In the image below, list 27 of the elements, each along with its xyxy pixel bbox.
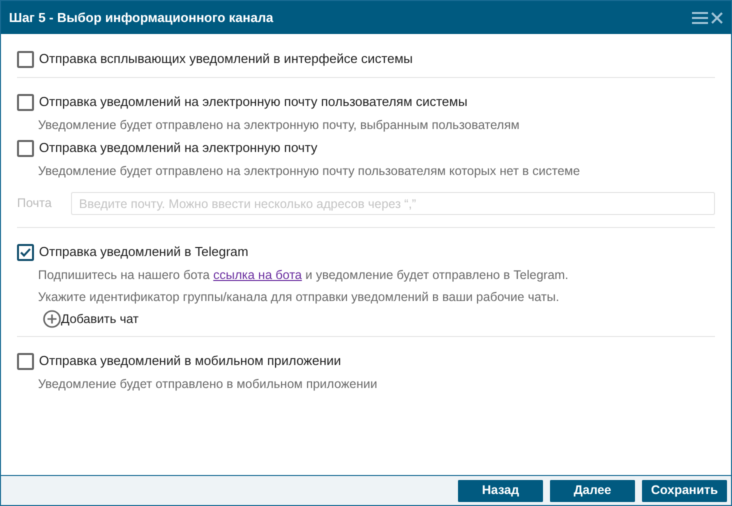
close-icon[interactable] xyxy=(711,12,723,24)
footer-button[interactable]: Далее xyxy=(550,480,635,502)
checkbox[interactable] xyxy=(17,352,34,370)
footer-button[interactable]: Назад xyxy=(458,480,543,502)
option-description: Укажите идентификатор группы/канала для отправки уведомлений в ваши рабочие чаты. xyxy=(38,289,560,306)
email-label: Почта xyxy=(17,195,51,212)
add-chat-button[interactable]: Добавить чат xyxy=(43,308,139,330)
checkbox[interactable] xyxy=(17,140,34,156)
bot-link[interactable]: ссылка на бота xyxy=(213,268,302,282)
option-label: Отправка уведомлений на электронную почту xyxy=(39,139,318,158)
option-description: Уведомление будет отправлено в мобильном приложении xyxy=(38,376,378,393)
checkbox[interactable] xyxy=(17,244,34,260)
window-title: Шаг 5 - Выбор информационного канала xyxy=(9,8,274,27)
option-label: Отправка уведомлений в Telegram xyxy=(39,243,248,262)
checkbox[interactable] xyxy=(17,50,34,68)
option-description: Подпишитесь на нашего бота ссылка на бота и уведомление будет отправлено в Telegram. xyxy=(38,267,570,284)
check-icon xyxy=(20,248,31,256)
email-field[interactable]: Введите почту. Можно ввести несколько адресов через “,” xyxy=(71,192,715,215)
option-description: Уведомление будет отправлено на электронную почту, выбранным пользователям xyxy=(38,117,520,134)
menu-icon[interactable] xyxy=(692,10,708,24)
plus-circle-icon xyxy=(43,310,61,328)
checkbox[interactable] xyxy=(17,94,34,110)
option-label: Отправка уведомлений в мобильном приложении xyxy=(39,352,342,370)
option-label: Отправка уведомлений на электронную почту пользователям системы xyxy=(39,93,468,112)
option-description: Уведомление будет отправлено на электронную почту пользователям которых нет в системе xyxy=(38,163,581,180)
footer-button[interactable]: Сохранить xyxy=(642,480,727,502)
option-label: Отправка всплывающих уведомлений в интерфейсе системы xyxy=(39,50,413,68)
